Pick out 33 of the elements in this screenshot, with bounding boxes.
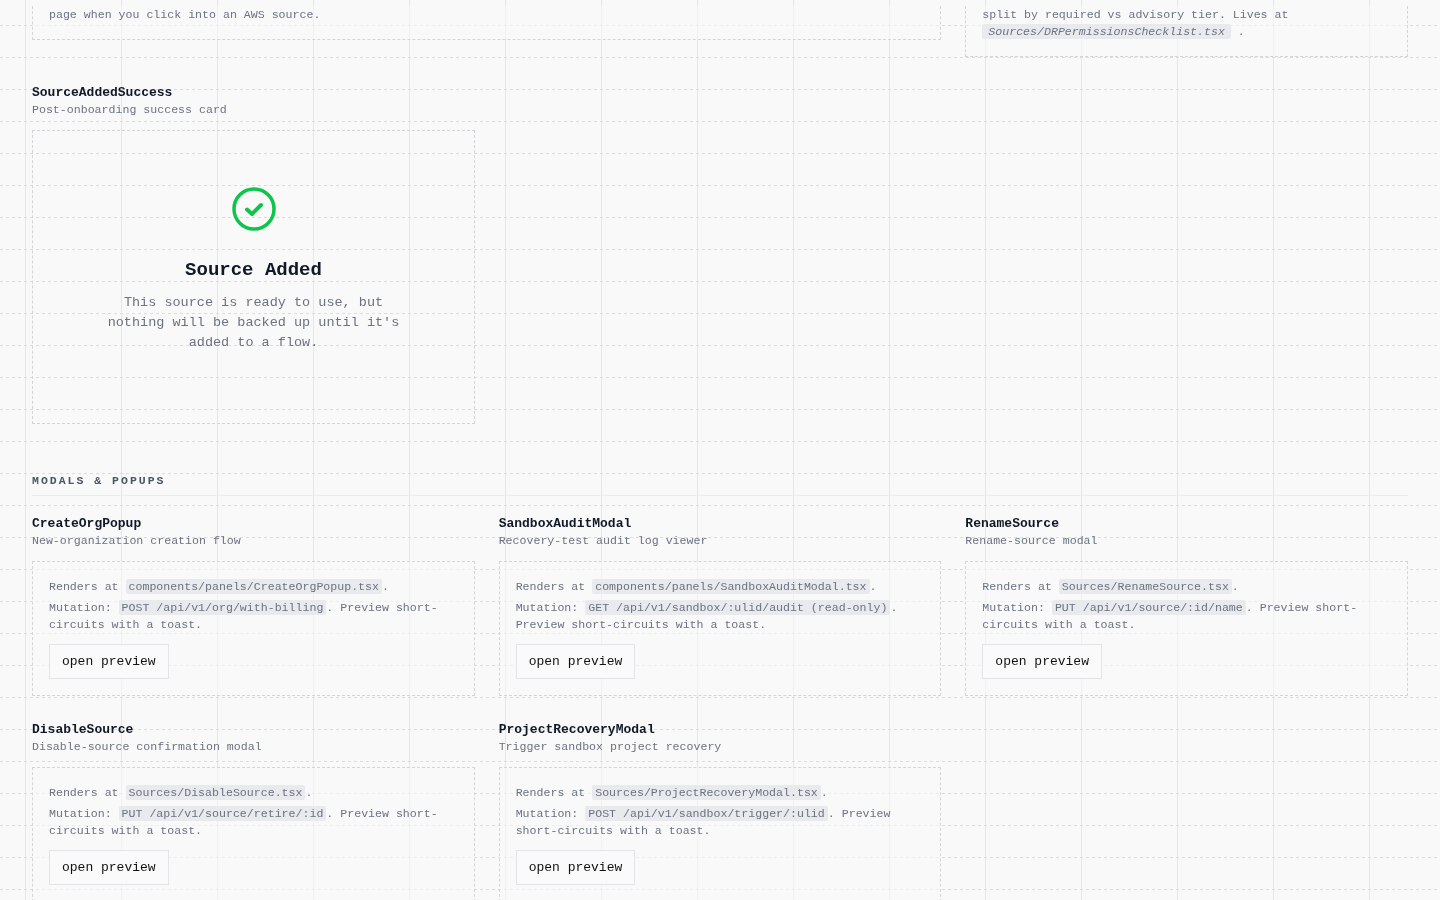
component-name: SandboxAuditModal <box>498 515 633 532</box>
component-name: SourceAddedSuccess <box>32 84 174 101</box>
component-name: DisableSource <box>32 721 135 738</box>
component-name: RenameSource <box>965 515 1060 532</box>
open-preview-button[interactable]: open preview <box>515 850 636 885</box>
component-name: CreateOrgPopup <box>32 515 143 532</box>
success-title: Source Added <box>185 259 322 281</box>
description-text: Renders at components/panels/CreateOrgPopup.tsx . <box>49 578 389 595</box>
component-description: Post-onboarding success card <box>32 102 228 118</box>
component-description: Disable-source confirmation modal <box>32 739 263 755</box>
success-message: This source is ready to use, but nothing will be backed up until it's added to a flow. <box>106 294 401 352</box>
component-description: Rename-source modal <box>965 533 1099 549</box>
open-preview-button[interactable]: open preview <box>49 644 169 679</box>
section-heading: MODALS & POPUPS <box>32 474 1408 496</box>
description-text: Mutation: PUT /api/v1/source/:id/name . Preview short-circuits with a toast. <box>982 599 1359 633</box>
component-name: ProjectRecoveryModal <box>498 721 656 738</box>
description-text: Mutation: PUT /api/v1/source/retire/:id . Preview short-circuits with a toast. <box>49 805 439 839</box>
description-text: Renders at Sources/DisableSource.tsx . <box>49 784 313 801</box>
component-description: Trigger sandbox project recovery <box>498 739 723 755</box>
description-text: page when you click into an AWS source. <box>49 7 321 23</box>
open-preview-button[interactable]: open preview <box>49 850 169 885</box>
open-preview-button[interactable]: open preview <box>515 644 636 679</box>
open-preview-button[interactable]: open preview <box>982 644 1102 679</box>
description-text: Mutation: POST /api/v1/sandbox/trigger/:ulid . Preview short-circuits with a toast. <box>515 805 892 839</box>
description-text: Renders at components/panels/SandboxAuditModal.tsx . <box>515 578 877 595</box>
check-circle-icon <box>231 187 276 231</box>
component-description: New-organization creation flow <box>32 533 242 549</box>
description-text: Renders at Sources/RenameSource.tsx . <box>982 578 1239 595</box>
component-description: Recovery-test audit log viewer <box>498 533 709 549</box>
description-text: Mutation: POST /api/v1/org/with-billing . Preview short-circuits with a toast. <box>49 599 439 633</box>
description-text: Renders at Sources/ProjectRecoveryModal.tsx . <box>515 784 828 801</box>
description-text: split by required vs advisory tier. Lives at Sources/DRPermissionsChecklist.tsx . <box>982 7 1290 40</box>
description-text: Mutation: GET /api/v1/sandbox/:ulid/audit (read-only) . Preview short-circuits with a toast. <box>515 599 899 633</box>
